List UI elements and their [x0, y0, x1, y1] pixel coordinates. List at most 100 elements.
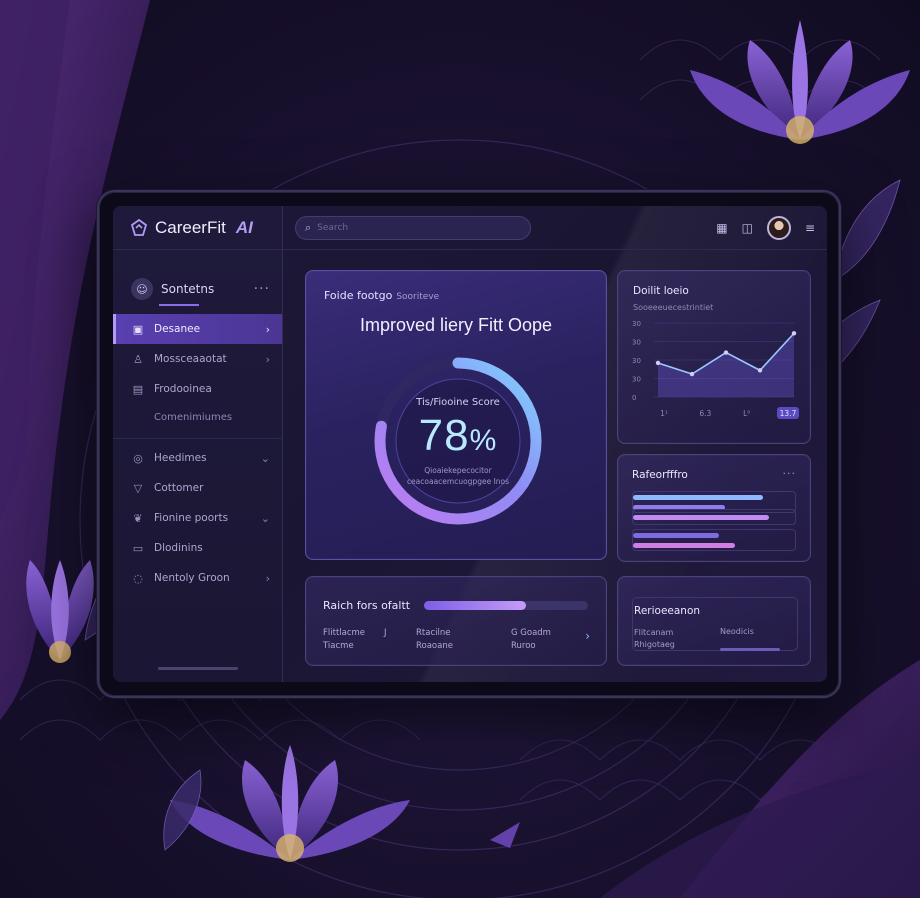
- line-chart: 30 30 30 30 0 1¹ 6.3 L⁰ 13.7: [632, 320, 799, 419]
- sidebar-item-label: Nentoly Groon: [154, 572, 230, 584]
- progress-fill: [633, 515, 770, 520]
- search-box[interactable]: ⌕: [295, 215, 531, 240]
- y-tick-label: 0: [632, 394, 636, 402]
- progress-fill: [633, 543, 736, 548]
- review-col-2: Neodicis: [720, 627, 754, 636]
- chevron-down-icon: ⌄: [260, 511, 270, 525]
- skills-progress-card: Rafeorfffro ···: [617, 454, 811, 562]
- review-title: Rerioeeanon: [634, 605, 701, 617]
- app-screen: CareerFit AI ☺ Sontetns ··· ▣ Desanee › ♙…: [113, 206, 827, 682]
- fit-score-card: Foide footgo Sooriteve Improved liery Fit…: [305, 270, 607, 560]
- sidebar-item-label: Desanee: [154, 323, 201, 335]
- user-icon: ♙: [133, 352, 143, 366]
- sidebar-item-label: Fionine poorts: [154, 512, 229, 524]
- brand-name: CareerFit: [155, 217, 226, 237]
- card-icon: ▭: [132, 541, 144, 555]
- gauge-center: Tis/Fiooine Score 78% Qioaiekepecocitor …: [366, 349, 550, 533]
- user-avatar[interactable]: [766, 215, 791, 240]
- sidebar-item-fionine-poorts[interactable]: ❦ Fionine poorts ⌄: [113, 503, 282, 533]
- chevron-down-icon: ⌄: [260, 451, 270, 465]
- data-point[interactable]: [757, 368, 763, 373]
- hero-kicker-title: Foide footgo: [324, 289, 393, 302]
- brand-suffix: AI: [235, 217, 253, 237]
- progress-track: [632, 509, 796, 525]
- sidebar-item-frodooinea[interactable]: ▤ Frodooinea: [113, 374, 282, 404]
- series-area: [658, 333, 794, 397]
- gauge-unit: %: [469, 424, 498, 457]
- sidebar-subitem[interactable]: Comenimiumes: [113, 404, 282, 430]
- match-stat-1-line-1: Flittlacme: [323, 628, 366, 638]
- progress-track: [632, 529, 796, 551]
- data-point[interactable]: [689, 371, 695, 377]
- data-point[interactable]: [723, 350, 729, 355]
- sidebar-item-mossceaaotat[interactable]: ♙ Mossceaaotat ›: [113, 344, 282, 374]
- chat-icon[interactable]: ◫: [742, 221, 753, 235]
- filter-icon: ▽: [133, 481, 143, 495]
- section-underline: [159, 304, 199, 306]
- sidebar-section-header[interactable]: ☺ Sontetns ···: [113, 264, 282, 314]
- top-bar: ⌕ ▦ ◫ ≡: [283, 206, 827, 250]
- match-stat-1-suffix: J: [384, 628, 387, 638]
- briefcase-icon: ▣: [132, 322, 144, 336]
- sidebar-item-label: Frodooinea: [154, 383, 212, 395]
- match-stat-2-line-1: Rtacilne: [416, 628, 451, 638]
- progress-fill: [633, 495, 763, 500]
- x-tick-label: 13.7: [780, 409, 797, 418]
- y-tick-label: 30: [632, 320, 641, 328]
- sidebar-item-nentoly-groon[interactable]: ◌ Nentoly Groon ›: [113, 563, 282, 593]
- logo-icon: [130, 218, 148, 236]
- match-stat-1-line-2: Tiacme: [323, 641, 354, 651]
- leaf-icon: ❦: [133, 511, 143, 525]
- menu-icon[interactable]: ≡: [805, 221, 815, 235]
- tablet-device: CareerFit AI ☺ Sontetns ··· ▣ Desanee › ♙…: [97, 190, 841, 698]
- chevron-right-icon[interactable]: ›: [585, 629, 590, 643]
- match-stat-2: Rtacilne Roaoane: [416, 627, 453, 653]
- x-tick-label: 6.3: [699, 409, 711, 418]
- hero-headline: Improved liery Fitt Oope: [359, 315, 553, 335]
- document-icon: ▤: [132, 382, 144, 396]
- gauge-description: Qioaiekepecocitor ceacoaacemcuogpgee Ino…: [406, 466, 510, 486]
- review-card: Rerioeeanon Flitcanam Rhigotaeg Neodicis: [617, 576, 811, 666]
- chevron-right-icon: ›: [265, 352, 270, 366]
- y-tick-label: 30: [632, 357, 641, 365]
- y-tick-label: 30: [632, 376, 641, 384]
- more-options-icon[interactable]: ···: [783, 467, 797, 480]
- sidebar-item-heedimes[interactable]: ◎ Heedimes ⌄: [113, 443, 282, 473]
- match-stat-3-line-2: Ruroo: [511, 641, 536, 651]
- gauge-label: Tis/Fiooine Score: [416, 397, 500, 408]
- top-icons: ▦ ◫ ≡: [716, 215, 815, 240]
- sidebar-item-desanee[interactable]: ▣ Desanee ›: [113, 314, 282, 344]
- sidebar: CareerFit AI ☺ Sontetns ··· ▣ Desanee › ♙…: [113, 206, 283, 682]
- calendar-icon[interactable]: ▦: [716, 221, 727, 235]
- sidebar-scroll-handle[interactable]: [158, 667, 238, 670]
- y-tick-label: 30: [632, 339, 641, 347]
- sidebar-item-dlodinins[interactable]: ▭ Dlodinins: [113, 533, 282, 563]
- sidebar-divider: [113, 438, 282, 439]
- progress-fill: [633, 533, 719, 538]
- x-tick-label: 1¹: [660, 409, 668, 418]
- review-col-1: Flitcanam Rhigotaeg: [634, 627, 675, 651]
- data-point[interactable]: [791, 331, 797, 336]
- sidebar-item-label: Dlodinins: [154, 542, 203, 554]
- match-stat-1: Flittlacme Tiacme: [323, 627, 365, 653]
- more-options-icon[interactable]: ···: [254, 281, 270, 297]
- review-mini-bar: [720, 648, 780, 651]
- match-stat-2-line-2: Roaoane: [416, 641, 453, 651]
- match-card: Raich fors ofaltt Flittlacme Tiacme J Rt…: [305, 576, 607, 666]
- match-stat-3: G Goadm Ruroo: [511, 627, 551, 653]
- sidebar-item-label: Heedimes: [154, 452, 207, 464]
- search-input[interactable]: [317, 222, 508, 233]
- trend-chart-card: Doilit loeio Sooeeeuecestrintiet 30 30 30 3…: [617, 270, 811, 444]
- gauge-value: 78%: [366, 411, 550, 461]
- match-progress-track: [424, 601, 588, 610]
- hero-kicker: Foide footgo Sooriteve: [324, 289, 439, 302]
- chevron-right-icon: ›: [265, 571, 270, 585]
- main-content: ⌕ ▦ ◫ ≡ Foide footgoSooriteve Improved l…: [283, 206, 827, 682]
- data-point[interactable]: [655, 360, 661, 366]
- search-icon: ⌕: [305, 220, 312, 234]
- sidebar-item-cottomer[interactable]: ▽ Cottomer: [113, 473, 282, 503]
- x-tick-label: L⁰: [743, 409, 750, 418]
- brand[interactable]: CareerFit AI: [113, 206, 282, 250]
- match-stat-3-line-1: G Goadm: [511, 628, 551, 638]
- profile-icon: ☺: [131, 278, 153, 300]
